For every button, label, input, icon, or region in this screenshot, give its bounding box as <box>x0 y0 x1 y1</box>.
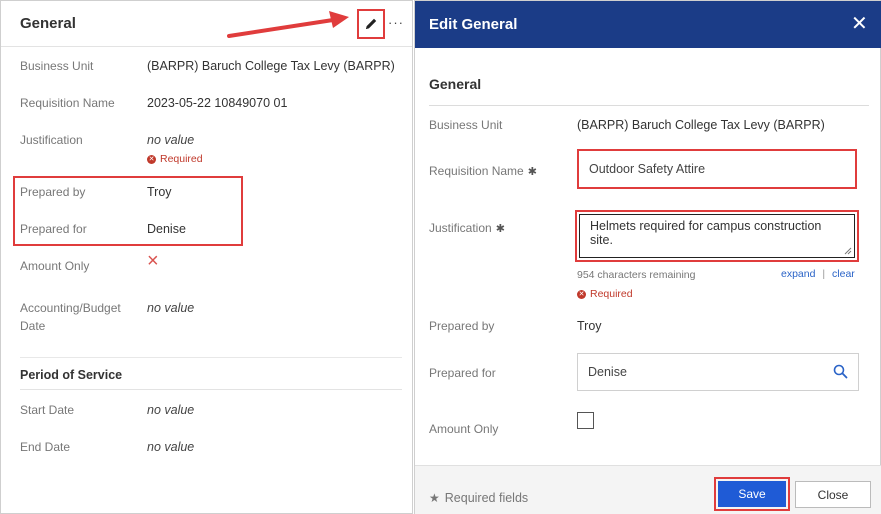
justification-textarea[interactable]: Helmets required for campus construction… <box>575 210 859 262</box>
accounting-date-label-line1: Accounting/Budget <box>20 301 121 315</box>
general-section-title: General <box>429 76 482 92</box>
divider <box>20 357 402 358</box>
save-highlight: Save <box>714 477 790 511</box>
error-icon: ✕ <box>577 289 586 299</box>
requisition-name-input-value: Outdoor Safety Attire <box>589 162 706 176</box>
pencil-icon <box>366 18 377 29</box>
justification-text: Helmets required for campus construction… <box>590 219 822 247</box>
characters-remaining: 954 characters remaining <box>577 269 696 281</box>
dialog-footer: ★ Required fields Save Close <box>415 465 881 514</box>
business-unit-value: (BARPR) Baruch College Tax Levy (BARPR) <box>577 118 825 132</box>
clear-link[interactable]: clear <box>832 268 855 280</box>
start-date-label: Start Date <box>20 403 75 417</box>
accounting-date-label: Accounting/Budget Date <box>20 299 121 335</box>
required-text: Required <box>590 288 633 300</box>
annotation-arrow <box>227 11 349 38</box>
required-star-icon: ✱ <box>527 166 537 178</box>
justification-required: ✕ Required <box>147 153 203 165</box>
textarea-links: expand | clear <box>781 268 855 280</box>
prepared-for-label: Prepared for <box>429 366 496 380</box>
required-star-icon: ★ <box>429 491 440 505</box>
divider <box>20 389 402 390</box>
amount-only-x-icon: × <box>147 250 159 272</box>
business-unit-label: Business Unit <box>20 59 94 73</box>
accounting-date-value: no value <box>147 301 195 315</box>
dialog-header: Edit General ✕ <box>415 1 881 48</box>
prepared-by-label: Prepared by <box>20 185 86 199</box>
requisition-name-input[interactable]: Outdoor Safety Attire <box>577 149 857 189</box>
justification-label: Justification <box>20 133 83 147</box>
required-text: Required <box>160 153 203 165</box>
dialog-title: Edit General <box>429 16 518 33</box>
prepared-by-value: Troy <box>577 319 602 333</box>
period-of-service-title: Period of Service <box>20 368 123 382</box>
requisition-name-label-text: Requisition Name <box>429 164 524 178</box>
edit-button[interactable] <box>357 9 385 39</box>
prepared-for-input[interactable]: Denise <box>577 353 859 391</box>
prepared-for-value: Denise <box>147 222 186 236</box>
error-icon: ✕ <box>147 154 156 164</box>
business-unit-label: Business Unit <box>429 118 503 132</box>
justification-label-text: Justification <box>429 221 492 235</box>
requisition-name-label: Requisition Name ✱ <box>429 162 537 181</box>
more-options-button[interactable]: ··· <box>388 15 404 30</box>
resize-handle-icon[interactable] <box>844 247 852 255</box>
edit-general-dialog: Edit General ✕ General Business Unit (BA… <box>414 0 881 514</box>
amount-only-label: Amount Only <box>429 422 499 436</box>
requisition-name-value: 2023-05-22 10849070 01 <box>147 96 288 110</box>
start-date-value: no value <box>147 403 195 417</box>
requisition-name-label: Requisition Name <box>20 96 115 110</box>
expand-link[interactable]: expand <box>781 268 815 280</box>
prepared-for-label: Prepared for <box>20 222 87 236</box>
save-button[interactable]: Save <box>718 481 786 507</box>
end-date-label: End Date <box>20 440 71 454</box>
amount-only-checkbox[interactable] <box>577 412 594 429</box>
prepared-by-value: Troy <box>147 185 172 199</box>
general-panel-title: General <box>20 15 76 32</box>
general-panel: General ··· Business Unit (BARPR) Baruch… <box>0 0 413 514</box>
link-separator: | <box>822 268 826 280</box>
required-fields-note: ★ Required fields <box>429 491 528 505</box>
close-button[interactable]: Close <box>795 481 871 508</box>
justification-label: Justification ✱ <box>429 219 505 238</box>
prepared-by-label: Prepared by <box>429 319 495 333</box>
justification-textarea-field[interactable]: Helmets required for campus construction… <box>579 214 855 258</box>
prepared-for-input-value: Denise <box>588 365 627 379</box>
justification-value: no value <box>147 133 195 147</box>
search-icon[interactable] <box>833 364 848 379</box>
required-star-icon: ✱ <box>495 223 505 235</box>
business-unit-value: (BARPR) Baruch College Tax Levy (BARPR) <box>147 59 395 73</box>
divider <box>429 105 869 106</box>
required-fields-text: Required fields <box>444 491 529 505</box>
amount-only-label: Amount Only <box>20 259 90 273</box>
justification-required: ✕ Required <box>577 288 633 300</box>
close-icon[interactable]: ✕ <box>851 13 868 35</box>
end-date-value: no value <box>147 440 195 454</box>
accounting-date-label-line2: Date <box>20 319 46 333</box>
